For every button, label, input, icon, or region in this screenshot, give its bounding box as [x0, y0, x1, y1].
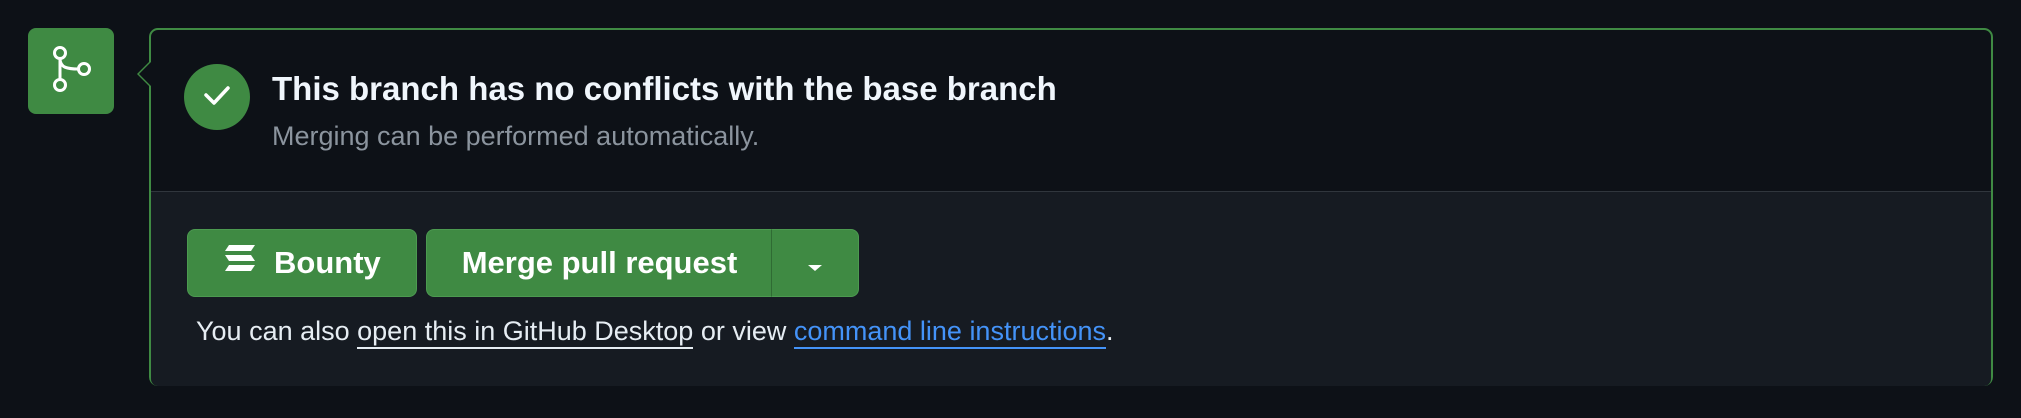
- merge-status-subtitle: Merging can be performed automatically.: [272, 121, 760, 151]
- git-merge-badge: [28, 28, 114, 114]
- merge-status-title: This branch has no conflicts with the ba…: [272, 70, 1057, 107]
- helper-prefix: You can also: [196, 316, 358, 346]
- command-line-instructions-link[interactable]: command line instructions: [793, 316, 1106, 349]
- merge-pull-request-button[interactable]: Merge pull request: [426, 229, 772, 297]
- open-in-desktop-link[interactable]: open this in GitHub Desktop: [357, 316, 694, 349]
- merge-options-dropdown[interactable]: [771, 229, 859, 297]
- helper-middle: or view: [693, 316, 794, 346]
- status-check-badge: [184, 64, 250, 130]
- merge-actions-section: Bounty Merge pull request You can also o…: [151, 192, 1991, 386]
- merge-box-pointer: [137, 60, 151, 88]
- bounty-button-label: Bounty: [274, 245, 381, 280]
- merge-helper-text: You can also open this in GitHub Desktop…: [196, 316, 1114, 349]
- bounty-button[interactable]: Bounty: [187, 229, 417, 297]
- git-merge-icon: [46, 44, 96, 99]
- check-icon: [200, 78, 234, 117]
- pr-merge-area: This branch has no conflicts with the ba…: [0, 0, 2021, 418]
- merge-status-section: This branch has no conflicts with the ba…: [151, 30, 1991, 192]
- bounty-icon: [222, 243, 258, 283]
- merge-box: This branch has no conflicts with the ba…: [137, 28, 1993, 386]
- triangle-down-icon: [806, 245, 824, 281]
- helper-suffix: .: [1106, 316, 1114, 346]
